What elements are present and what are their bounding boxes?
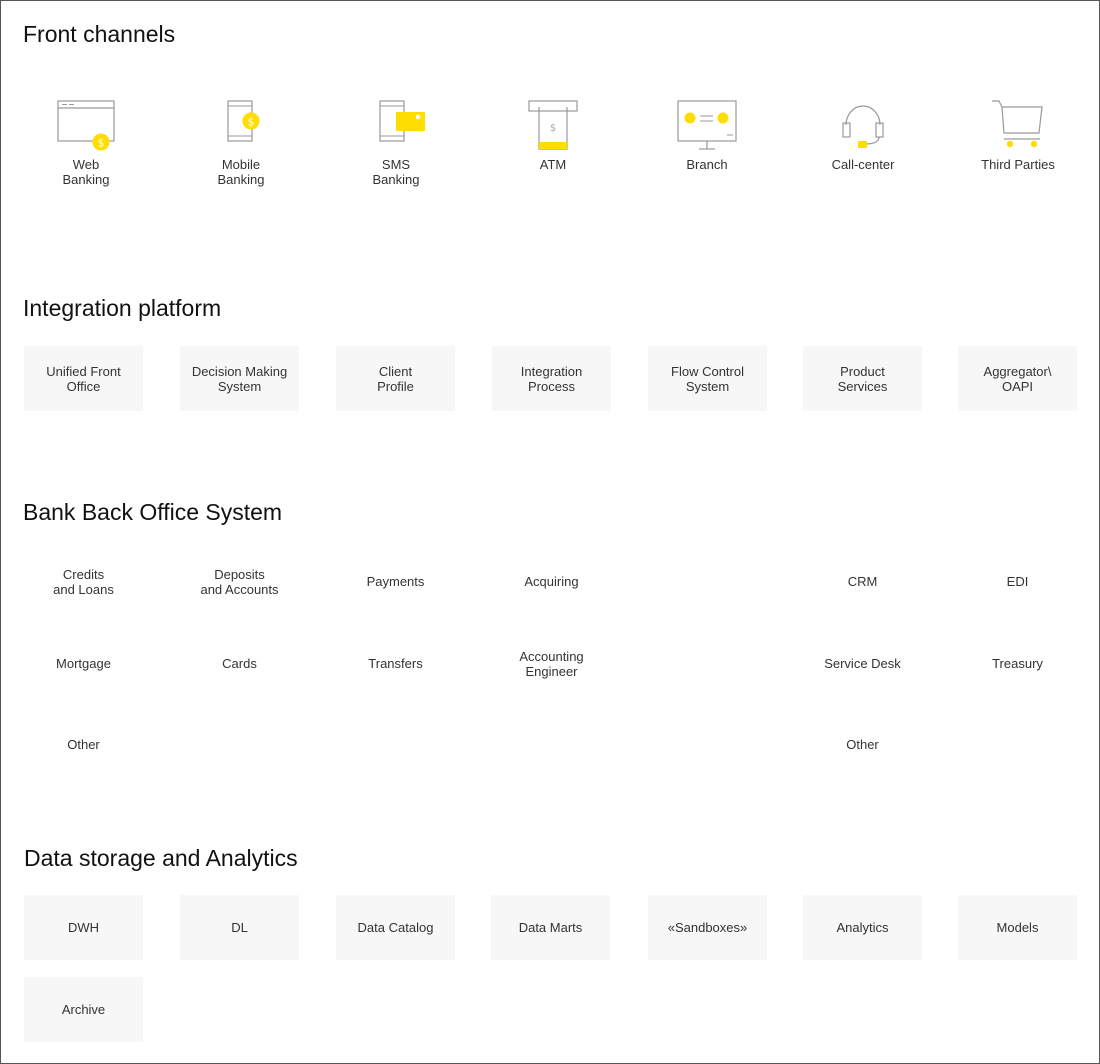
channel-label: Mobile Banking bbox=[217, 157, 265, 187]
atm-icon: $ bbox=[528, 100, 578, 150]
backoffice-acquiring: Acquiring bbox=[524, 574, 579, 589]
web-banking-icon: $ bbox=[57, 100, 115, 151]
mobile-banking-icon: $ bbox=[227, 100, 260, 142]
backoffice-other-left: Other bbox=[67, 737, 100, 752]
channel-call-center: Call-center bbox=[803, 97, 923, 172]
channel-label: Call-center bbox=[831, 157, 895, 172]
svg-text:$: $ bbox=[550, 123, 556, 134]
section-heading-front: Front channels bbox=[23, 21, 176, 47]
data-box-dwh: DWH bbox=[24, 895, 143, 960]
channel-mobile-banking: $ Mobile Banking bbox=[181, 97, 301, 187]
backoffice-other-right: Other bbox=[846, 737, 879, 752]
channel-branch: Branch bbox=[647, 97, 767, 172]
data-box-data-marts: Data Marts bbox=[491, 895, 610, 960]
data-box-sandboxes: «Sandboxes» bbox=[648, 895, 767, 960]
backoffice-crm: CRM bbox=[847, 574, 878, 589]
integration-box-decision-making: Decision Making System bbox=[180, 346, 299, 411]
backoffice-cards: Cards bbox=[222, 656, 257, 671]
backoffice-edi: EDI bbox=[1006, 574, 1029, 589]
sms-banking-icon bbox=[379, 100, 425, 142]
data-box-analytics: Analytics bbox=[803, 895, 922, 960]
integration-box-product-services: Product Services bbox=[803, 346, 922, 411]
backoffice-credits-loans: Credits and Loans bbox=[53, 566, 114, 597]
channel-sms-banking: SMS Banking bbox=[336, 97, 456, 187]
channel-third-parties: Third Parties bbox=[958, 97, 1078, 172]
backoffice-service-desk: Service Desk bbox=[824, 656, 901, 671]
backoffice-treasury: Treasury bbox=[992, 656, 1043, 671]
backoffice-deposits-accounts: Deposits and Accounts bbox=[200, 566, 279, 597]
branch-icon bbox=[677, 100, 737, 150]
integration-box-client-profile: Client Profile bbox=[336, 346, 455, 411]
cart-icon bbox=[992, 100, 1043, 148]
channel-label: SMS Banking bbox=[372, 157, 420, 187]
backoffice-transfers: Transfers bbox=[368, 656, 423, 671]
channel-atm: $ ATM bbox=[493, 97, 613, 172]
diagram-frame: Front channels $ Web Banking $ Mobile Ba… bbox=[0, 0, 1100, 1064]
data-box-dl: DL bbox=[180, 895, 299, 960]
data-box-models: Models bbox=[958, 895, 1077, 960]
integration-box-flow-control: Flow Control System bbox=[648, 346, 767, 411]
integration-box-aggregator: Aggregator\ OAPI bbox=[958, 346, 1077, 411]
channel-web-banking: $ Web Banking bbox=[26, 97, 146, 187]
channel-label: Web Banking bbox=[62, 157, 110, 187]
backoffice-payments: Payments bbox=[366, 574, 425, 589]
headset-icon bbox=[842, 105, 884, 148]
data-box-archive: Archive bbox=[24, 977, 143, 1042]
section-heading-data: Data storage and Analytics bbox=[24, 845, 298, 871]
section-heading-integration: Integration platform bbox=[23, 295, 222, 321]
backoffice-accounting-engineer: Accounting Engineer bbox=[519, 648, 584, 679]
svg-text:$: $ bbox=[248, 116, 255, 129]
channel-label: Branch bbox=[686, 157, 728, 172]
channel-label: ATM bbox=[539, 157, 567, 172]
section-heading-backoffice: Bank Back Office System bbox=[23, 499, 283, 525]
integration-box-integration-process: Integration Process bbox=[492, 346, 611, 411]
integration-box-unified-front-office: Unified Front Office bbox=[24, 346, 143, 411]
backoffice-mortgage: Mortgage bbox=[56, 656, 111, 671]
data-box-data-catalog: Data Catalog bbox=[336, 895, 455, 960]
channel-label: Third Parties bbox=[981, 157, 1055, 172]
svg-text:$: $ bbox=[98, 137, 105, 150]
